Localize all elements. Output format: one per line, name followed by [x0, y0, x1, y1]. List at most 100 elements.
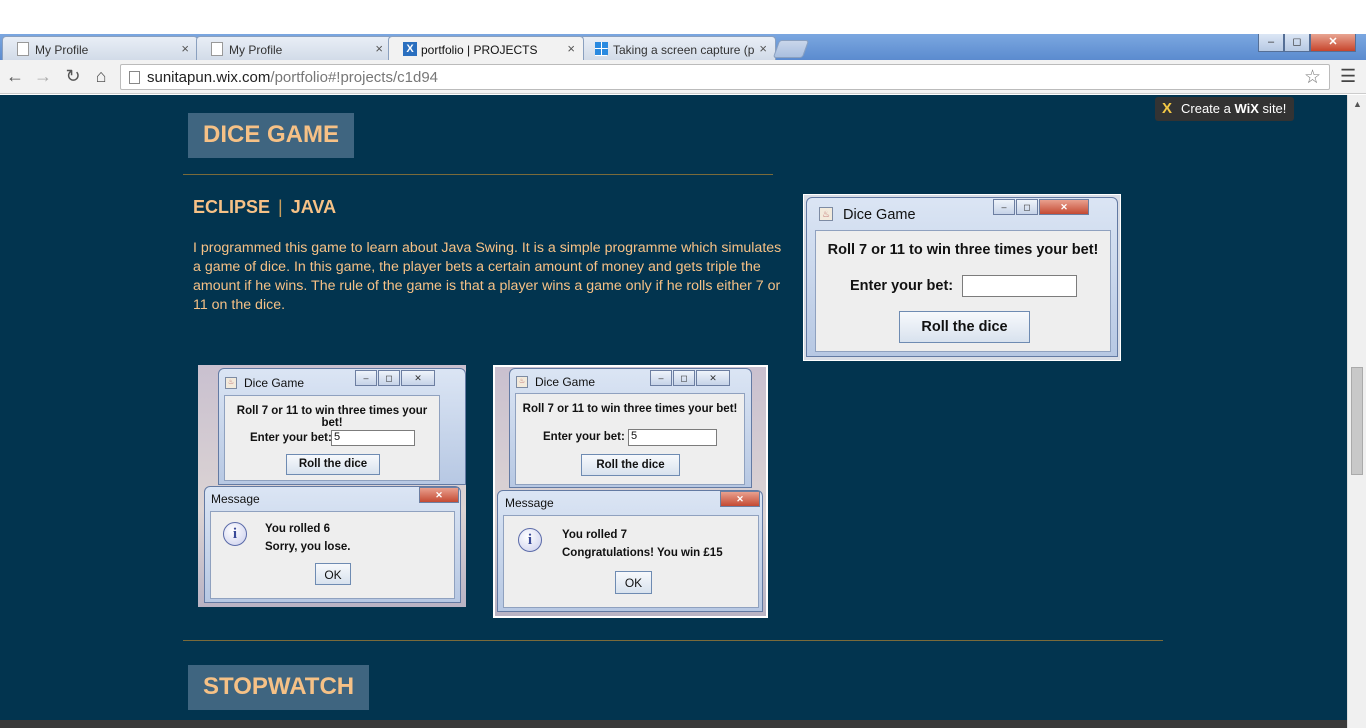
url-host: sunitapun.wix.com	[147, 69, 271, 86]
tab-strip: My Profile × My Profile × X portfolio | …	[0, 34, 1366, 60]
tab-title: Taking a screen capture (p	[613, 43, 755, 57]
message-line-2: Sorry, you lose.	[265, 541, 351, 553]
reload-icon[interactable]: ↻	[62, 66, 84, 87]
divider	[183, 174, 773, 175]
menu-icon[interactable]: ☰	[1340, 66, 1356, 87]
maximize-button[interactable]: ◻	[1284, 34, 1310, 52]
dice-game-window: ♨ Dice Game – ◻ ✕ Roll 7 or 11 to win th…	[218, 368, 466, 485]
dice-game-panel: Roll 7 or 11 to win three times your bet…	[224, 395, 440, 481]
tag-separator: |	[278, 197, 283, 217]
maximize-icon[interactable]: ◻	[673, 370, 695, 386]
dice-game-panel: Roll 7 or 11 to win three times your bet…	[815, 230, 1111, 352]
dice-game-window: ♨ Dice Game – ◻ ✕ Roll 7 or 11 to win th…	[806, 197, 1118, 357]
window-controls: – ◻ ✕	[993, 199, 1089, 215]
home-icon[interactable]: ⌂	[90, 66, 112, 87]
badge-prefix: Create a	[1181, 101, 1235, 116]
close-icon[interactable]: ✕	[696, 370, 730, 386]
bet-input[interactable]: 5	[628, 429, 717, 446]
browser-toolbar: ← → ↻ ⌂ sunitapun.wix.com/portfolio#!pro…	[0, 60, 1366, 94]
message-text: You rolled 7 Congratulations! You win £1…	[562, 526, 723, 562]
dialog-title: Message	[211, 492, 260, 506]
forward-icon[interactable]: →	[32, 66, 54, 87]
message-dialog: Message ✕ i You rolled 6 Sorry, you lose…	[204, 486, 461, 603]
wix-logo-icon: X	[1162, 100, 1173, 117]
info-icon: i	[223, 522, 247, 546]
address-bar[interactable]: sunitapun.wix.com/portfolio#!projects/c1…	[120, 64, 1330, 90]
minimize-button[interactable]: –	[1258, 34, 1284, 52]
tab-my-profile-1[interactable]: My Profile ×	[2, 36, 198, 60]
vertical-scrollbar[interactable]: ▲	[1347, 95, 1366, 728]
project-description: I programmed this game to learn about Ja…	[193, 240, 782, 313]
scrollbar-thumb[interactable]	[1351, 367, 1363, 475]
url-path: /portfolio#!projects/c1d94	[270, 69, 439, 86]
bet-label: Enter your bet:	[850, 278, 954, 294]
message-text: You rolled 6 Sorry, you lose.	[265, 520, 350, 556]
project-title: DICE GAME	[188, 113, 355, 158]
minimize-icon[interactable]: –	[650, 370, 672, 386]
message-line-1: You rolled 7	[562, 529, 627, 541]
message-panel: i You rolled 7 Congratulations! You win …	[503, 515, 759, 608]
close-icon[interactable]: ✕	[1039, 199, 1089, 215]
message-line-2: Congratulations! You win £15	[562, 547, 723, 559]
bet-input[interactable]	[962, 275, 1077, 297]
bet-label: Enter your bet:	[543, 431, 625, 443]
badge-suffix: site!	[1258, 101, 1287, 116]
tab-title: My Profile	[35, 43, 89, 57]
scroll-up-icon[interactable]: ▲	[1353, 99, 1362, 109]
next-section-title: STOPWATCH	[188, 665, 370, 710]
message-line-1: You rolled 6	[265, 523, 330, 535]
game-prompt: Roll 7 or 11 to win three times your bet…	[522, 403, 738, 415]
dialog-title: Message	[505, 496, 554, 510]
ok-button[interactable]: OK	[315, 563, 351, 585]
create-wix-site-badge[interactable]: X Create a WiX site!	[1155, 97, 1295, 121]
tab-portfolio-projects[interactable]: X portfolio | PROJECTS ×	[388, 36, 584, 60]
game-prompt: Roll 7 or 11 to win three times your bet…	[827, 242, 1099, 258]
roll-dice-button[interactable]: Roll the dice	[286, 454, 380, 475]
close-tab-icon[interactable]: ×	[375, 41, 383, 56]
tab-screen-capture[interactable]: Taking a screen capture (p ×	[580, 36, 776, 60]
message-panel: i You rolled 6 Sorry, you lose. OK	[210, 511, 455, 599]
minimize-icon[interactable]: –	[993, 199, 1015, 215]
message-dialog: Message ✕ i You rolled 7 Congratulations…	[497, 490, 763, 612]
page-icon	[17, 42, 29, 56]
close-tab-icon[interactable]: ×	[567, 41, 575, 56]
window-controls: – ◻ ✕	[650, 370, 730, 386]
close-tab-icon[interactable]: ×	[759, 41, 767, 56]
windows-logo-icon	[595, 42, 608, 56]
bet-label: Enter your bet:	[250, 432, 332, 444]
bet-input[interactable]: 5	[331, 430, 415, 446]
minimize-icon[interactable]: –	[355, 370, 377, 386]
maximize-icon[interactable]: ◻	[378, 370, 400, 386]
close-icon[interactable]: ✕	[419, 487, 459, 503]
page-icon	[129, 71, 140, 84]
bottom-bar	[0, 720, 1347, 728]
close-icon[interactable]: ✕	[720, 491, 760, 507]
window-title: Dice Game	[535, 375, 596, 389]
close-icon[interactable]: ✕	[401, 370, 435, 386]
tab-my-profile-2[interactable]: My Profile ×	[196, 36, 392, 60]
win-screenshot: ♨ Dice Game – ◻ ✕ Roll 7 or 11 to win th…	[493, 365, 768, 618]
dice-game-window: ♨ Dice Game – ◻ ✕ Roll 7 or 11 to win th…	[509, 368, 752, 488]
close-window-button[interactable]: ✕	[1310, 34, 1356, 52]
dice-game-screenshot: ♨ Dice Game – ◻ ✕ Roll 7 or 11 to win th…	[803, 194, 1121, 361]
tab-title: portfolio | PROJECTS	[421, 43, 538, 57]
dice-game-panel: Roll 7 or 11 to win three times your bet…	[515, 393, 745, 485]
roll-dice-button[interactable]: Roll the dice	[899, 311, 1030, 343]
roll-dice-button[interactable]: Roll the dice	[581, 454, 680, 476]
java-cup-icon: ♨	[225, 377, 237, 389]
java-cup-icon: ♨	[516, 376, 528, 388]
bookmark-star-icon[interactable]: ☆	[1304, 66, 1321, 89]
tag-eclipse: ECLIPSE	[193, 197, 271, 217]
window-controls: – ◻ ✕	[355, 370, 435, 386]
back-icon[interactable]: ←	[4, 66, 26, 87]
tab-title: My Profile	[229, 43, 283, 57]
section-divider	[183, 640, 1163, 641]
lose-screenshot: ♨ Dice Game – ◻ ✕ Roll 7 or 11 to win th…	[198, 365, 466, 607]
ok-button[interactable]: OK	[615, 571, 652, 594]
badge-brand: WiX	[1234, 101, 1259, 116]
game-prompt: Roll 7 or 11 to win three times your bet…	[236, 405, 428, 429]
maximize-icon[interactable]: ◻	[1016, 199, 1038, 215]
close-tab-icon[interactable]: ×	[181, 41, 189, 56]
page-content: X Create a WiX site! DICE GAME ECLIPSE | J…	[0, 95, 1347, 728]
new-tab-button[interactable]	[772, 40, 810, 58]
